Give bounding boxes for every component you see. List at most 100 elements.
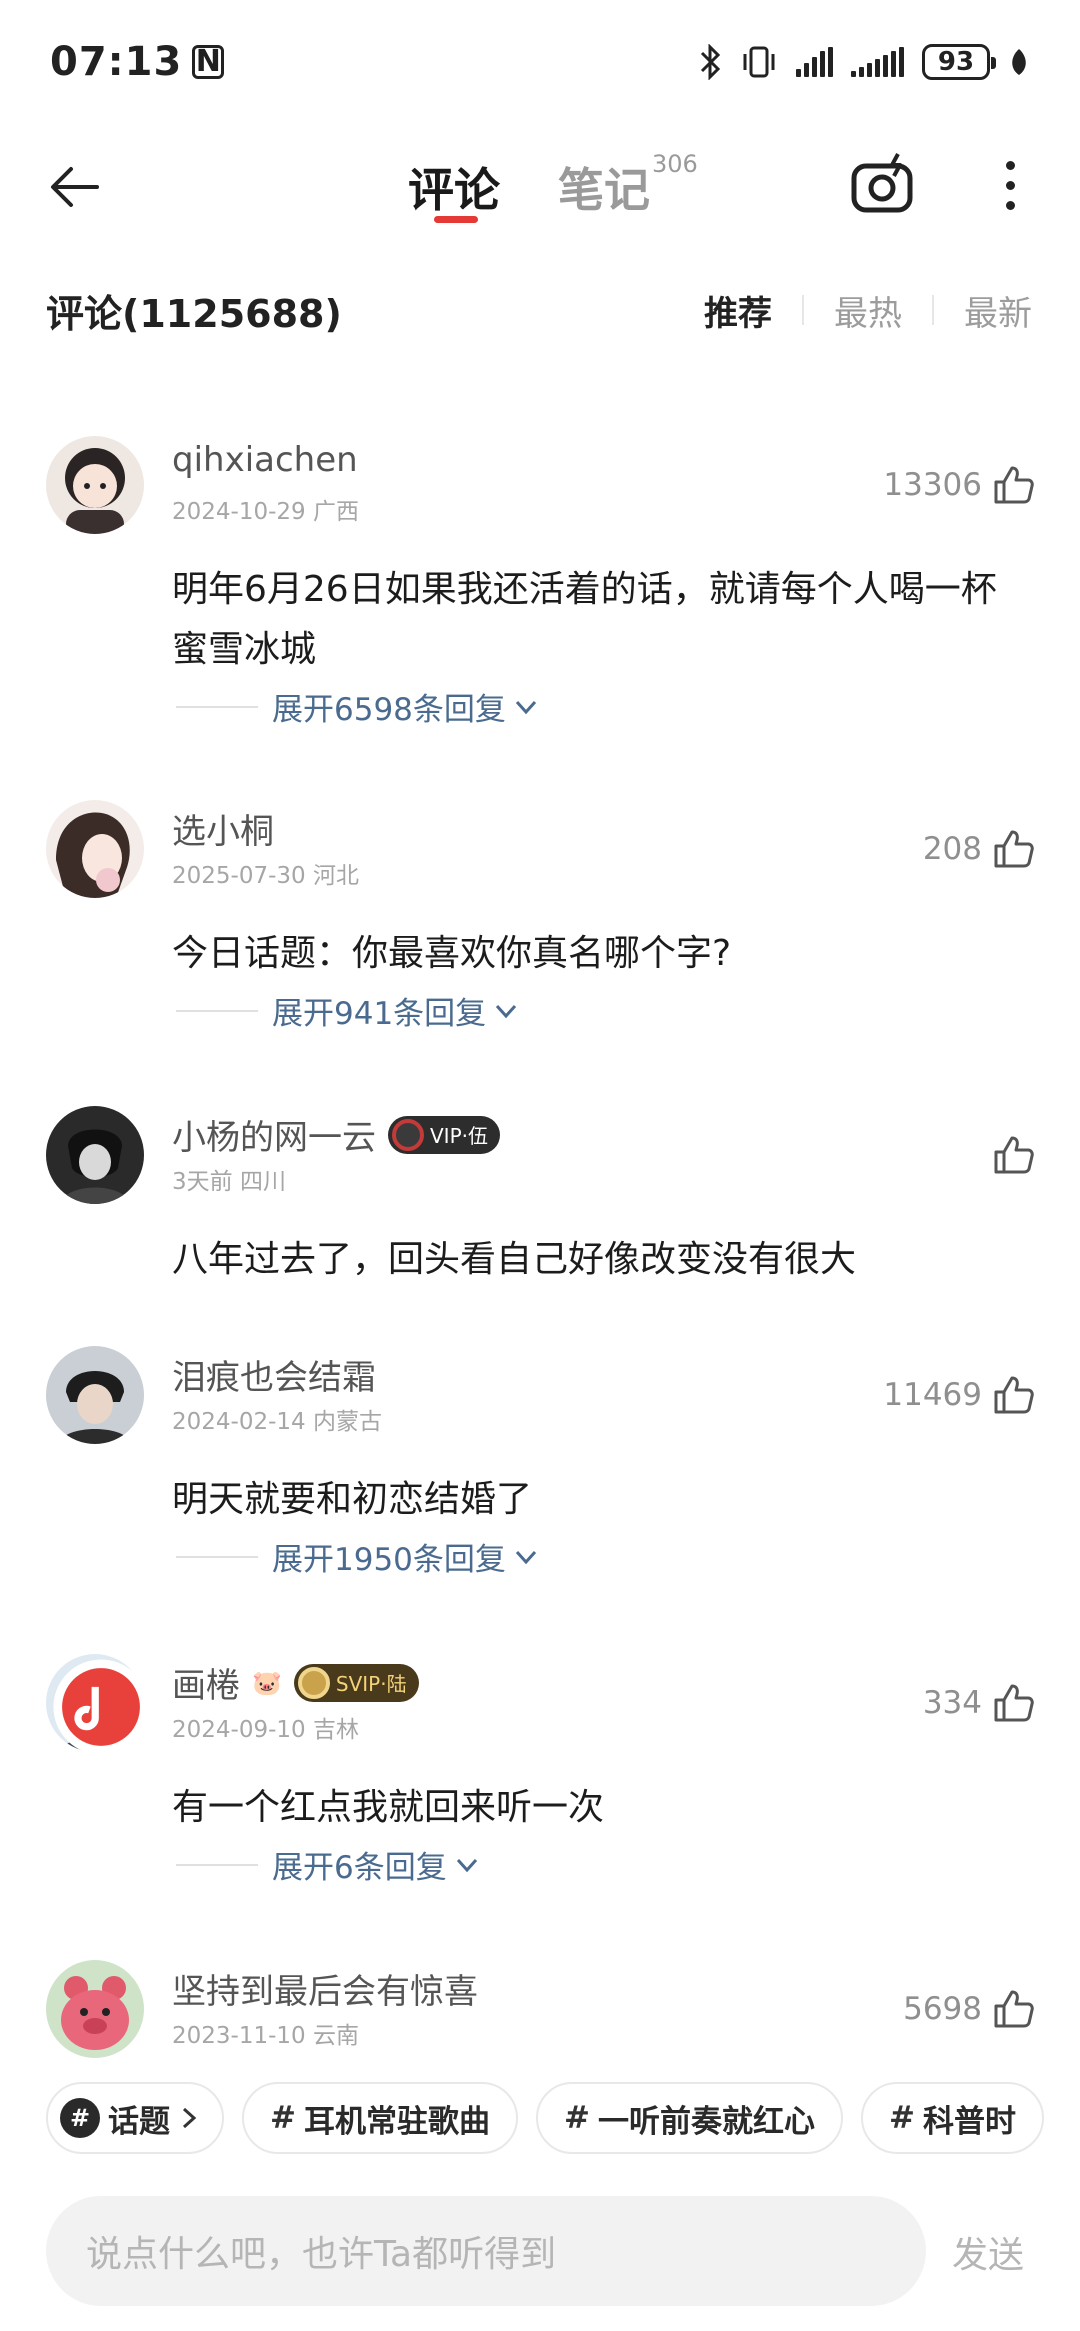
like-button[interactable]: 13306: [883, 462, 1036, 508]
comment-meta: 2024-09-10 吉林: [172, 1717, 359, 1743]
thumbs-up-icon: [994, 1376, 1034, 1414]
comment-item: 小杨的网一云 VIP·伍 3天前 四川 八年过去了，回头看自己好像改变没有很大: [0, 1106, 1080, 1286]
tag-chip-label: 科普时: [922, 2103, 1016, 2140]
avatar-image: [46, 436, 144, 534]
thumbs-up-icon: [994, 1684, 1034, 1722]
user-line: qihxiachen: [172, 440, 358, 480]
topic-chip[interactable]: # 话题: [46, 2082, 224, 2154]
avatar-image: [46, 800, 144, 898]
comment-item: 选小桐 2025-07-30 河北 208 今日话题：你最喜欢你真名哪个字? 展…: [0, 800, 1080, 1040]
comments-header: 评论(1125688) 推荐 最热 最新: [0, 270, 1080, 350]
tab-comments[interactable]: 评论: [408, 154, 500, 220]
hashtag-icon: #: [60, 2098, 100, 2138]
user-line: 选小桐: [172, 804, 274, 853]
avatar-image: [46, 1346, 144, 1444]
expand-replies[interactable]: 展开1950条回复: [176, 1534, 540, 1579]
comment-meta: 3天前 四川: [172, 1169, 286, 1195]
hashtag-icon: #: [888, 2100, 915, 2136]
user-line: 泪痕也会结霜: [172, 1350, 376, 1399]
bluetooth-icon: [700, 44, 721, 80]
more-button[interactable]: [990, 150, 1030, 220]
vip-badge-label: VIP·伍: [430, 1124, 488, 1148]
battery-icon: 93: [922, 44, 996, 80]
avatar[interactable]: [46, 436, 144, 534]
chevron-down-icon: [515, 700, 537, 714]
username[interactable]: 泪痕也会结霜: [172, 1350, 376, 1399]
thumbs-up-icon: [994, 466, 1034, 504]
svip-badge[interactable]: SVIP·陆: [293, 1663, 419, 1702]
back-button[interactable]: [40, 152, 110, 222]
chevron-down-icon: [515, 1550, 537, 1564]
divider: [176, 705, 258, 708]
tab-notes[interactable]: 笔记306: [558, 150, 698, 220]
chevron-down-icon: [456, 1858, 477, 1872]
like-count: 5698: [903, 1991, 982, 2027]
comment-text: 有一个红点我就回来听一次: [172, 1787, 605, 1828]
tab-notes-count: 306: [652, 149, 698, 178]
comment-item: 坚持到最后会有惊喜 2023-11-10 云南 5698: [0, 1960, 1080, 2070]
like-button[interactable]: 5698: [903, 1986, 1036, 2032]
like-button[interactable]: 334: [923, 1680, 1036, 1726]
comment-meta: 2024-02-14 内蒙古: [172, 1409, 382, 1435]
expand-replies[interactable]: 展开941条回复: [176, 988, 520, 1033]
expand-replies-label: 展开1950条回复: [272, 1542, 506, 1578]
vip-badge[interactable]: VIP·伍: [388, 1115, 500, 1154]
divider: [176, 1009, 258, 1012]
username[interactable]: 画棬: [172, 1658, 240, 1707]
comment-input[interactable]: 说点什么吧，也许Ta都听得到: [46, 2196, 926, 2306]
top-nav: 评论 笔记306: [0, 124, 1080, 244]
like-button[interactable]: 208: [923, 826, 1036, 872]
tag-chip[interactable]: # 耳机常驻歌曲: [242, 2082, 518, 2154]
hashtag-icon: #: [270, 2100, 296, 2136]
sort-newest[interactable]: 最新: [962, 286, 1034, 335]
svip-badge-label: SVIP·陆: [335, 1672, 407, 1696]
topic-chip-label: 话题: [108, 2103, 170, 2140]
divider: [176, 1863, 258, 1866]
status-time: 07:13: [50, 39, 183, 85]
tag-chip-label: 耳机常驻歌曲: [303, 2103, 490, 2140]
thumbs-up-icon: [994, 830, 1034, 868]
like-count: 11469: [883, 1377, 982, 1413]
tag-chip[interactable]: # 一听前奏就红心: [535, 2082, 843, 2154]
vinyl-icon: [392, 1118, 424, 1151]
thumbs-up-icon: [994, 1136, 1034, 1174]
hashtag-icon: #: [563, 2100, 590, 2136]
username[interactable]: 选小桐: [172, 804, 274, 853]
avatar[interactable]: [46, 800, 144, 898]
chevron-down-icon: [496, 1004, 517, 1018]
username[interactable]: 坚持到最后会有惊喜: [172, 1964, 478, 2013]
status-bar: 07:13 N 93: [0, 0, 1080, 124]
send-button[interactable]: 发送: [952, 2226, 1024, 2278]
avatar-image: [46, 1106, 144, 1204]
like-button[interactable]: [990, 1132, 1036, 1178]
user-line: 坚持到最后会有惊喜: [172, 1964, 478, 2013]
status-icons: 93: [698, 44, 1030, 80]
expand-replies-label: 展开6598条回复: [272, 692, 506, 728]
tab-notes-label: 笔记: [558, 163, 650, 217]
username[interactable]: 小杨的网一云: [172, 1110, 376, 1159]
camera-button[interactable]: [848, 150, 918, 220]
expand-replies[interactable]: 展开6条回复: [176, 1842, 481, 1887]
avatar[interactable]: [46, 1960, 144, 2058]
user-line: 画棬 🐷 SVIP·陆: [172, 1658, 419, 1707]
sort-recommended[interactable]: 推荐: [702, 286, 774, 335]
user-line: 小杨的网一云 VIP·伍: [172, 1110, 500, 1159]
music-badge-icon: [53, 1659, 149, 1755]
avatar[interactable]: [46, 1106, 144, 1204]
avatar[interactable]: [46, 1654, 149, 1755]
vibrate-icon: [743, 46, 775, 78]
like-button[interactable]: 11469: [883, 1372, 1036, 1418]
username[interactable]: qihxiachen: [172, 440, 358, 480]
topic-chips: # 话题 # 耳机常驻歌曲 # 一听前奏就红心 # 科普时: [0, 2082, 1080, 2162]
tag-chip[interactable]: # 科普时: [860, 2082, 1044, 2154]
divider: [176, 1555, 258, 1558]
avatar-image: [46, 1960, 144, 2058]
expand-replies[interactable]: 展开6598条回复: [176, 684, 540, 729]
comment-meta: 2025-07-30 河北: [172, 863, 359, 889]
comment-text: 明天就要和初恋结婚了: [172, 1479, 533, 1520]
comment-item: 画棬 🐷 SVIP·陆 2024-09-10 吉林 334 有一个红点我就回来听…: [0, 1654, 1080, 1894]
tag-chip-label: 一听前奏就红心: [597, 2103, 815, 2140]
sort-hottest[interactable]: 最热: [832, 286, 904, 335]
avatar[interactable]: [46, 1346, 144, 1444]
leaf-icon: [1012, 49, 1026, 75]
